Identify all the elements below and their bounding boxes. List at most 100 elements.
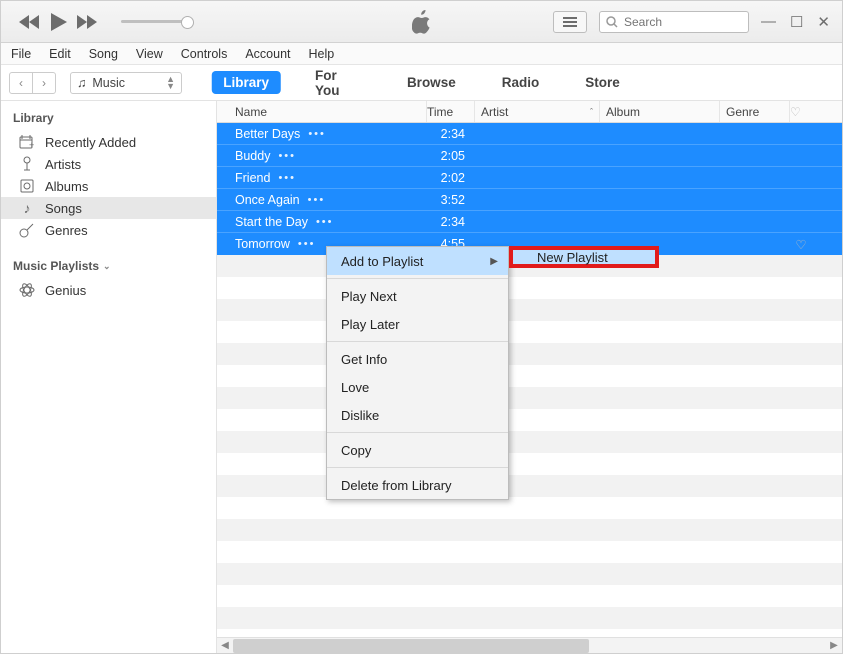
col-artist-label: Artist bbox=[481, 105, 508, 119]
nav-row: ‹ › ♫ Music ▲▼ Library For You Browse Ra… bbox=[1, 65, 842, 101]
ctx-label: Add to Playlist bbox=[341, 254, 423, 269]
sidebar-item-genius[interactable]: Genius bbox=[1, 279, 216, 301]
table-row[interactable]: Better Days ••• 2:34 bbox=[217, 123, 842, 145]
ctx-dislike[interactable]: Dislike bbox=[327, 401, 508, 429]
sidebar-item-albums[interactable]: Albums bbox=[1, 175, 216, 197]
guitar-icon bbox=[19, 222, 35, 238]
menu-help[interactable]: Help bbox=[309, 47, 335, 61]
clock-plus-icon: + bbox=[19, 134, 35, 150]
ctx-get-info[interactable]: Get Info bbox=[327, 345, 508, 373]
sidebar-item-artists[interactable]: Artists bbox=[1, 153, 216, 175]
menu-account[interactable]: Account bbox=[245, 47, 290, 61]
playback-controls bbox=[19, 13, 191, 31]
music-note-icon: ♪ bbox=[19, 200, 35, 216]
table-row[interactable]: Start the Day••• 2:34 bbox=[217, 211, 842, 233]
ctx-love[interactable]: Love bbox=[327, 373, 508, 401]
ctx-separator bbox=[327, 278, 508, 279]
row-more-icon[interactable]: ••• bbox=[278, 150, 296, 162]
song-name: Buddy bbox=[235, 149, 270, 163]
album-icon bbox=[19, 178, 35, 194]
context-menu: Add to Playlist ▶ Play Next Play Later G… bbox=[326, 246, 509, 500]
search-box[interactable] bbox=[599, 11, 749, 33]
list-view-button[interactable] bbox=[553, 11, 587, 33]
song-time: 2:05 bbox=[427, 149, 475, 163]
column-header: Name Time Artist ˆ Album Genre ♡ bbox=[217, 101, 842, 123]
genius-atom-icon bbox=[19, 282, 35, 298]
menu-view[interactable]: View bbox=[136, 47, 163, 61]
row-more-icon[interactable]: ••• bbox=[308, 194, 326, 206]
submenu-new-playlist[interactable]: New Playlist bbox=[509, 246, 659, 268]
forward-nav-button[interactable]: › bbox=[32, 72, 56, 94]
menu-controls[interactable]: Controls bbox=[181, 47, 228, 61]
col-album[interactable]: Album bbox=[600, 101, 720, 122]
scroll-right-icon[interactable]: ▶ bbox=[826, 640, 842, 651]
heart-icon[interactable]: ♡ bbox=[790, 237, 812, 252]
ctx-delete-from-library[interactable]: Delete from Library bbox=[327, 471, 508, 499]
sidebar-item-recently-added[interactable]: + Recently Added bbox=[1, 131, 216, 153]
sidebar-item-label: Recently Added bbox=[45, 135, 136, 150]
menu-edit[interactable]: Edit bbox=[49, 47, 71, 61]
table-row[interactable]: Once Again••• 3:52 bbox=[217, 189, 842, 211]
row-more-icon[interactable]: ••• bbox=[278, 172, 296, 184]
tab-for-you[interactable]: For You bbox=[303, 64, 373, 102]
ctx-play-later[interactable]: Play Later bbox=[327, 310, 508, 338]
sidebar-item-songs[interactable]: ♪ Songs bbox=[1, 197, 216, 219]
submenu-label: New Playlist bbox=[537, 250, 608, 265]
song-time: 2:34 bbox=[427, 127, 475, 141]
svg-text:+: + bbox=[29, 140, 34, 150]
back-button[interactable]: ‹ bbox=[9, 72, 33, 94]
minimize-button[interactable]: — bbox=[761, 13, 776, 31]
tab-store[interactable]: Store bbox=[573, 71, 632, 94]
ctx-separator bbox=[327, 341, 508, 342]
sidebar-item-label: Albums bbox=[45, 179, 88, 194]
ctx-separator bbox=[327, 432, 508, 433]
tab-browse[interactable]: Browse bbox=[395, 71, 468, 94]
menu-song[interactable]: Song bbox=[89, 47, 118, 61]
row-more-icon[interactable]: ••• bbox=[316, 216, 334, 228]
content-area: Name Time Artist ˆ Album Genre ♡ Better … bbox=[217, 101, 842, 653]
ctx-add-to-playlist[interactable]: Add to Playlist ▶ bbox=[327, 247, 508, 275]
rewind-button[interactable] bbox=[19, 15, 39, 29]
empty-rows bbox=[217, 255, 842, 637]
search-icon bbox=[606, 16, 618, 28]
play-button[interactable] bbox=[49, 13, 67, 31]
music-note-icon: ♫ bbox=[77, 76, 86, 90]
menubar: File Edit Song View Controls Account Hel… bbox=[1, 43, 842, 65]
scroll-left-icon[interactable]: ◀ bbox=[217, 640, 233, 651]
scroll-thumb[interactable] bbox=[233, 639, 589, 653]
col-artist[interactable]: Artist ˆ bbox=[475, 101, 600, 122]
nav-tabs: Library For You Browse Radio Store bbox=[211, 64, 632, 102]
forward-button[interactable] bbox=[77, 15, 97, 29]
scroll-track[interactable] bbox=[233, 639, 826, 653]
table-row[interactable]: Friend••• 2:02 bbox=[217, 167, 842, 189]
song-name: Friend bbox=[235, 171, 270, 185]
tab-library[interactable]: Library bbox=[211, 71, 281, 94]
sidebar-item-genres[interactable]: Genres bbox=[1, 219, 216, 241]
col-genre[interactable]: Genre bbox=[720, 101, 790, 122]
horizontal-scrollbar[interactable]: ◀ ▶ bbox=[217, 637, 842, 653]
updown-icon: ▲▼ bbox=[166, 76, 175, 90]
ctx-copy[interactable]: Copy bbox=[327, 436, 508, 464]
search-input[interactable] bbox=[624, 15, 742, 29]
col-time[interactable]: Time bbox=[427, 101, 475, 122]
col-name[interactable]: Name bbox=[217, 101, 427, 122]
sidebar-section-playlists[interactable]: Music Playlists ⌄ bbox=[1, 241, 216, 279]
chevron-down-icon: ⌄ bbox=[103, 261, 111, 272]
close-button[interactable]: ✕ bbox=[817, 13, 830, 31]
maximize-button[interactable]: ☐ bbox=[790, 13, 803, 31]
tab-radio[interactable]: Radio bbox=[490, 71, 552, 94]
menu-file[interactable]: File bbox=[11, 47, 31, 61]
table-row[interactable]: Buddy ••• 2:05 bbox=[217, 145, 842, 167]
sidebar: Library + Recently Added Artists Albums … bbox=[1, 101, 217, 653]
media-type-selector[interactable]: ♫ Music ▲▼ bbox=[70, 72, 182, 94]
media-type-label: Music bbox=[92, 76, 125, 90]
col-heart[interactable]: ♡ bbox=[790, 101, 812, 122]
song-name: Better Days bbox=[235, 127, 300, 141]
sidebar-playlists-label: Music Playlists bbox=[13, 259, 99, 273]
ctx-play-next[interactable]: Play Next bbox=[327, 282, 508, 310]
row-more-icon[interactable]: ••• bbox=[298, 238, 316, 250]
sidebar-item-label: Genres bbox=[45, 223, 88, 238]
row-more-icon[interactable]: ••• bbox=[308, 128, 326, 140]
sort-asc-icon: ˆ bbox=[590, 107, 593, 117]
volume-slider[interactable] bbox=[121, 20, 191, 23]
